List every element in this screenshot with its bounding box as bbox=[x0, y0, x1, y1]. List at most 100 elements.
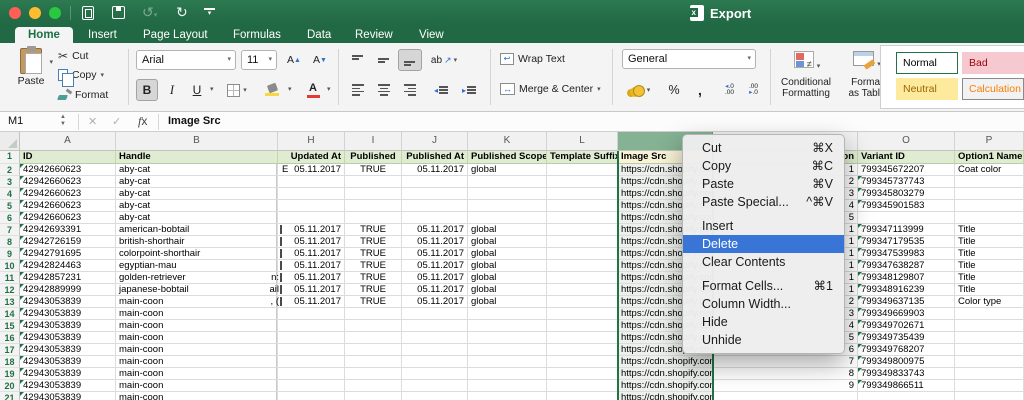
tab-view[interactable]: View bbox=[406, 27, 457, 43]
cell-r11c3[interactable]: TRUE bbox=[345, 272, 402, 284]
cell-r4c3[interactable] bbox=[345, 188, 402, 200]
borders-button[interactable]: ▾ bbox=[222, 79, 252, 101]
menu-item-copy[interactable]: Copy⌘C bbox=[683, 157, 844, 175]
cell-r10c9[interactable]: 799347638287 bbox=[858, 260, 955, 272]
minimize-window-button[interactable] bbox=[29, 7, 41, 19]
cell-r7c6[interactable] bbox=[547, 224, 618, 236]
font-name-combo[interactable]: Arial▾ bbox=[136, 50, 236, 70]
cell-r12c9[interactable]: 799348916239 bbox=[858, 284, 955, 296]
cell-r3c6[interactable] bbox=[547, 176, 618, 188]
cell-r15c6[interactable] bbox=[547, 320, 618, 332]
row-header-11[interactable]: 11 bbox=[0, 272, 20, 284]
cell-r8c6[interactable] bbox=[547, 236, 618, 248]
cell-r17c2[interactable] bbox=[278, 344, 345, 356]
cell-r17c0[interactable]: 42943053839 bbox=[20, 344, 116, 356]
tab-formulas[interactable]: Formulas bbox=[220, 27, 294, 43]
cell-r16c0[interactable]: 42943053839 bbox=[20, 332, 116, 344]
cell-r14c2[interactable] bbox=[278, 308, 345, 320]
cell-r12c3[interactable]: TRUE bbox=[345, 284, 402, 296]
copy-button[interactable]: Copy ▾ bbox=[58, 67, 104, 83]
cell-r3c4[interactable] bbox=[402, 176, 468, 188]
cell-r7c3[interactable]: TRUE bbox=[345, 224, 402, 236]
cell-r10c2[interactable]: 05.11.2017 bbox=[278, 260, 345, 272]
row-header-17[interactable]: 17 bbox=[0, 344, 20, 356]
column-header-2[interactable]: H bbox=[278, 132, 345, 151]
row-header-4[interactable]: 4 bbox=[0, 188, 20, 200]
cell-r17c1[interactable]: main-coon bbox=[116, 344, 278, 356]
header-cell-3[interactable]: Published bbox=[345, 151, 402, 164]
cell-r20c3[interactable] bbox=[345, 380, 402, 392]
cell-r5c4[interactable] bbox=[402, 200, 468, 212]
cell-r13c9[interactable]: 799349637135 bbox=[858, 296, 955, 308]
cell-r3c9[interactable]: 799345737743 bbox=[858, 176, 955, 188]
cell-r3c0[interactable]: 42942660623 bbox=[20, 176, 116, 188]
cell-r2c6[interactable] bbox=[547, 164, 618, 176]
cell-r3c2[interactable] bbox=[278, 176, 345, 188]
cell-r9c3[interactable]: TRUE bbox=[345, 248, 402, 260]
cell-r6c10[interactable] bbox=[955, 212, 1024, 224]
insert-function-icon[interactable]: fx bbox=[138, 114, 147, 129]
row-header-5[interactable]: 5 bbox=[0, 200, 20, 212]
cell-r21c8[interactable] bbox=[713, 392, 858, 400]
cell-r8c1[interactable]: british-shorthair bbox=[116, 236, 278, 248]
cell-r21c2[interactable] bbox=[278, 392, 345, 400]
row-header-12[interactable]: 12 bbox=[0, 284, 20, 296]
cell-r15c4[interactable] bbox=[402, 320, 468, 332]
header-cell-10[interactable]: Option1 Name bbox=[955, 151, 1024, 164]
cell-r14c0[interactable]: 42943053839 bbox=[20, 308, 116, 320]
cell-r21c9[interactable] bbox=[858, 392, 955, 400]
cell-r19c2[interactable] bbox=[278, 368, 345, 380]
cell-r2c1[interactable]: aby-cat bbox=[116, 164, 278, 176]
cell-r9c10[interactable]: Title bbox=[955, 248, 1024, 260]
cell-r6c6[interactable] bbox=[547, 212, 618, 224]
row-header-8[interactable]: 8 bbox=[0, 236, 20, 248]
cell-r20c0[interactable]: 42943053839 bbox=[20, 380, 116, 392]
cell-r9c5[interactable]: global bbox=[468, 248, 547, 260]
cell-r19c6[interactable] bbox=[547, 368, 618, 380]
align-center-button[interactable] bbox=[372, 79, 396, 101]
cell-r15c9[interactable]: 799349702671 bbox=[858, 320, 955, 332]
cell-r15c10[interactable] bbox=[955, 320, 1024, 332]
cell-r17c3[interactable] bbox=[345, 344, 402, 356]
row-header-13[interactable]: 13 bbox=[0, 296, 20, 308]
cell-r8c0[interactable]: 42942726159 bbox=[20, 236, 116, 248]
header-cell-4[interactable]: Published At bbox=[402, 151, 468, 164]
column-header-4[interactable]: J bbox=[402, 132, 468, 151]
underline-button[interactable]: U bbox=[186, 79, 208, 101]
align-right-button[interactable] bbox=[398, 79, 422, 101]
cell-r11c2[interactable]: 05.11.2017 bbox=[278, 272, 345, 284]
cell-r17c9[interactable]: 799349768207 bbox=[858, 344, 955, 356]
cell-r4c9[interactable]: 799345803279 bbox=[858, 188, 955, 200]
cell-r2c10[interactable]: Coat color bbox=[955, 164, 1024, 176]
cell-r21c6[interactable] bbox=[547, 392, 618, 400]
cell-r7c0[interactable]: 42942693391 bbox=[20, 224, 116, 236]
cell-r20c8[interactable]: 9 bbox=[713, 380, 858, 392]
header-cell-5[interactable]: Published Scope bbox=[468, 151, 547, 164]
cell-r18c9[interactable]: 799349800975 bbox=[858, 356, 955, 368]
cell-r17c10[interactable] bbox=[955, 344, 1024, 356]
cell-r8c3[interactable]: TRUE bbox=[345, 236, 402, 248]
cell-r4c1[interactable]: aby-cat bbox=[116, 188, 278, 200]
cell-r13c2[interactable]: 05.11.2017 bbox=[278, 296, 345, 308]
cell-r11c6[interactable] bbox=[547, 272, 618, 284]
select-all-corner[interactable] bbox=[0, 132, 20, 151]
align-bottom-button[interactable] bbox=[398, 49, 422, 71]
header-cell-9[interactable]: Variant ID bbox=[858, 151, 955, 164]
cell-r4c10[interactable] bbox=[955, 188, 1024, 200]
menu-item-unhide[interactable]: Unhide bbox=[683, 331, 844, 349]
cell-r12c5[interactable]: global bbox=[468, 284, 547, 296]
cell-r9c6[interactable] bbox=[547, 248, 618, 260]
cell-r19c0[interactable]: 42943053839 bbox=[20, 368, 116, 380]
cell-r18c4[interactable] bbox=[402, 356, 468, 368]
cell-r13c0[interactable]: 42943053839 bbox=[20, 296, 116, 308]
format-painter-button[interactable]: Format bbox=[58, 87, 108, 103]
cell-r18c10[interactable] bbox=[955, 356, 1024, 368]
row-header-9[interactable]: 9 bbox=[0, 248, 20, 260]
tab-review[interactable]: Review bbox=[342, 27, 406, 43]
row-header-3[interactable]: 3 bbox=[0, 176, 20, 188]
cell-r12c2[interactable]: 05.11.2017 bbox=[278, 284, 345, 296]
enter-icon[interactable]: ✓ bbox=[112, 115, 121, 128]
cell-r13c6[interactable] bbox=[547, 296, 618, 308]
cell-r5c5[interactable] bbox=[468, 200, 547, 212]
cell-r8c9[interactable]: 799347179535 bbox=[858, 236, 955, 248]
